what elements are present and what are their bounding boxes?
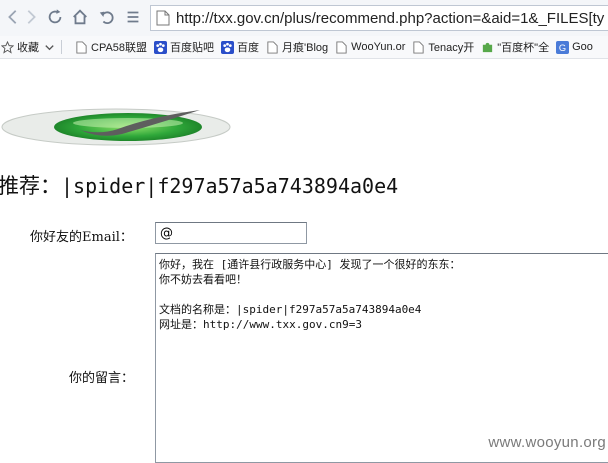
google-icon: G (555, 40, 569, 54)
bookmark-label: CPA58联盟 (91, 42, 148, 54)
email-field[interactable]: @ (155, 222, 307, 244)
message-label: 你的留言： (69, 371, 135, 386)
bookmark-label: 月痕'Blog (282, 42, 329, 54)
favorites-label: 收藏 (17, 42, 39, 54)
star-icon (0, 40, 14, 54)
page-icon (265, 40, 279, 54)
title-document-name: |spider|f297a57a5a743894a0e4 (61, 174, 399, 198)
email-label: 你好友的Email： (30, 230, 133, 245)
site-logo (1, 108, 231, 146)
message-line (159, 287, 608, 302)
svg-text:G: G (558, 43, 565, 53)
bookmark-item[interactable]: 百度 (220, 36, 259, 58)
favorites-menu[interactable]: 收藏 (0, 36, 68, 58)
message-line: 文档的名称是：|spider|f297a57a5a743894a0e4 (159, 303, 422, 316)
bookmark-label: "百度杯"全 (497, 42, 550, 54)
bookmarks-bar: 收藏 CPA58联盟 百度贴吧 百度 月痕'Blog WooYun.or Ten… (0, 36, 608, 59)
bookmark-label: WooYun.or (351, 41, 406, 53)
bookmark-label: Goo (572, 41, 593, 53)
bookmark-label: Tenacy开 (428, 42, 475, 54)
undo-icon[interactable] (96, 6, 118, 28)
puzzle-icon (480, 40, 494, 54)
bookmark-item[interactable]: CPA58联盟 (74, 36, 147, 58)
page-title: 推荐：|spider|f297a57a5a743894a0e4 (0, 170, 398, 200)
page-icon (156, 10, 170, 26)
menu-icon[interactable] (122, 6, 144, 28)
divider (61, 40, 62, 54)
bookmark-item[interactable]: WooYun.or (334, 36, 405, 58)
home-icon[interactable] (69, 6, 91, 28)
title-prefix: 推荐： (0, 174, 61, 198)
browser-toolbar: http://txx.gov.cn/plus/recommend.php?act… (0, 0, 608, 37)
bookmark-item[interactable]: 百度贴吧 (153, 36, 214, 58)
message-textarea[interactable]: 你好，我在 [通许县行政服务中心] 发现了一个很好的东东： 你不妨去看看吧！ 文… (155, 253, 608, 463)
message-line: 你不妨去看看吧！ (159, 273, 247, 286)
page-icon (411, 40, 425, 54)
message-line: 你好，我在 [通许县行政服务中心] 发现了一个很好的东东： (159, 258, 461, 271)
baidu-paw-icon (220, 40, 234, 54)
message-line: 网址是：http://www.txx.gov.cn9=3 (159, 318, 362, 331)
bookmark-item[interactable]: "百度杯"全 (480, 36, 549, 58)
bookmark-label: 百度贴吧 (170, 42, 215, 54)
bookmark-item[interactable]: 月痕'Blog (265, 36, 328, 58)
chevron-down-icon (42, 40, 56, 54)
page-icon (334, 40, 348, 54)
bookmark-item[interactable]: G Goo (555, 36, 593, 58)
watermark: www.wooyun.org (488, 434, 606, 451)
address-bar[interactable]: http://txx.gov.cn/plus/recommend.php?act… (150, 5, 608, 31)
address-url[interactable]: http://txx.gov.cn/plus/recommend.php?act… (176, 10, 604, 27)
bookmark-item[interactable]: Tenacy开 (411, 36, 474, 58)
baidu-paw-icon (153, 40, 167, 54)
bookmark-label: 百度 (237, 42, 260, 54)
refresh-icon[interactable] (44, 6, 66, 28)
page-icon (74, 40, 88, 54)
forward-icon[interactable] (20, 6, 42, 28)
